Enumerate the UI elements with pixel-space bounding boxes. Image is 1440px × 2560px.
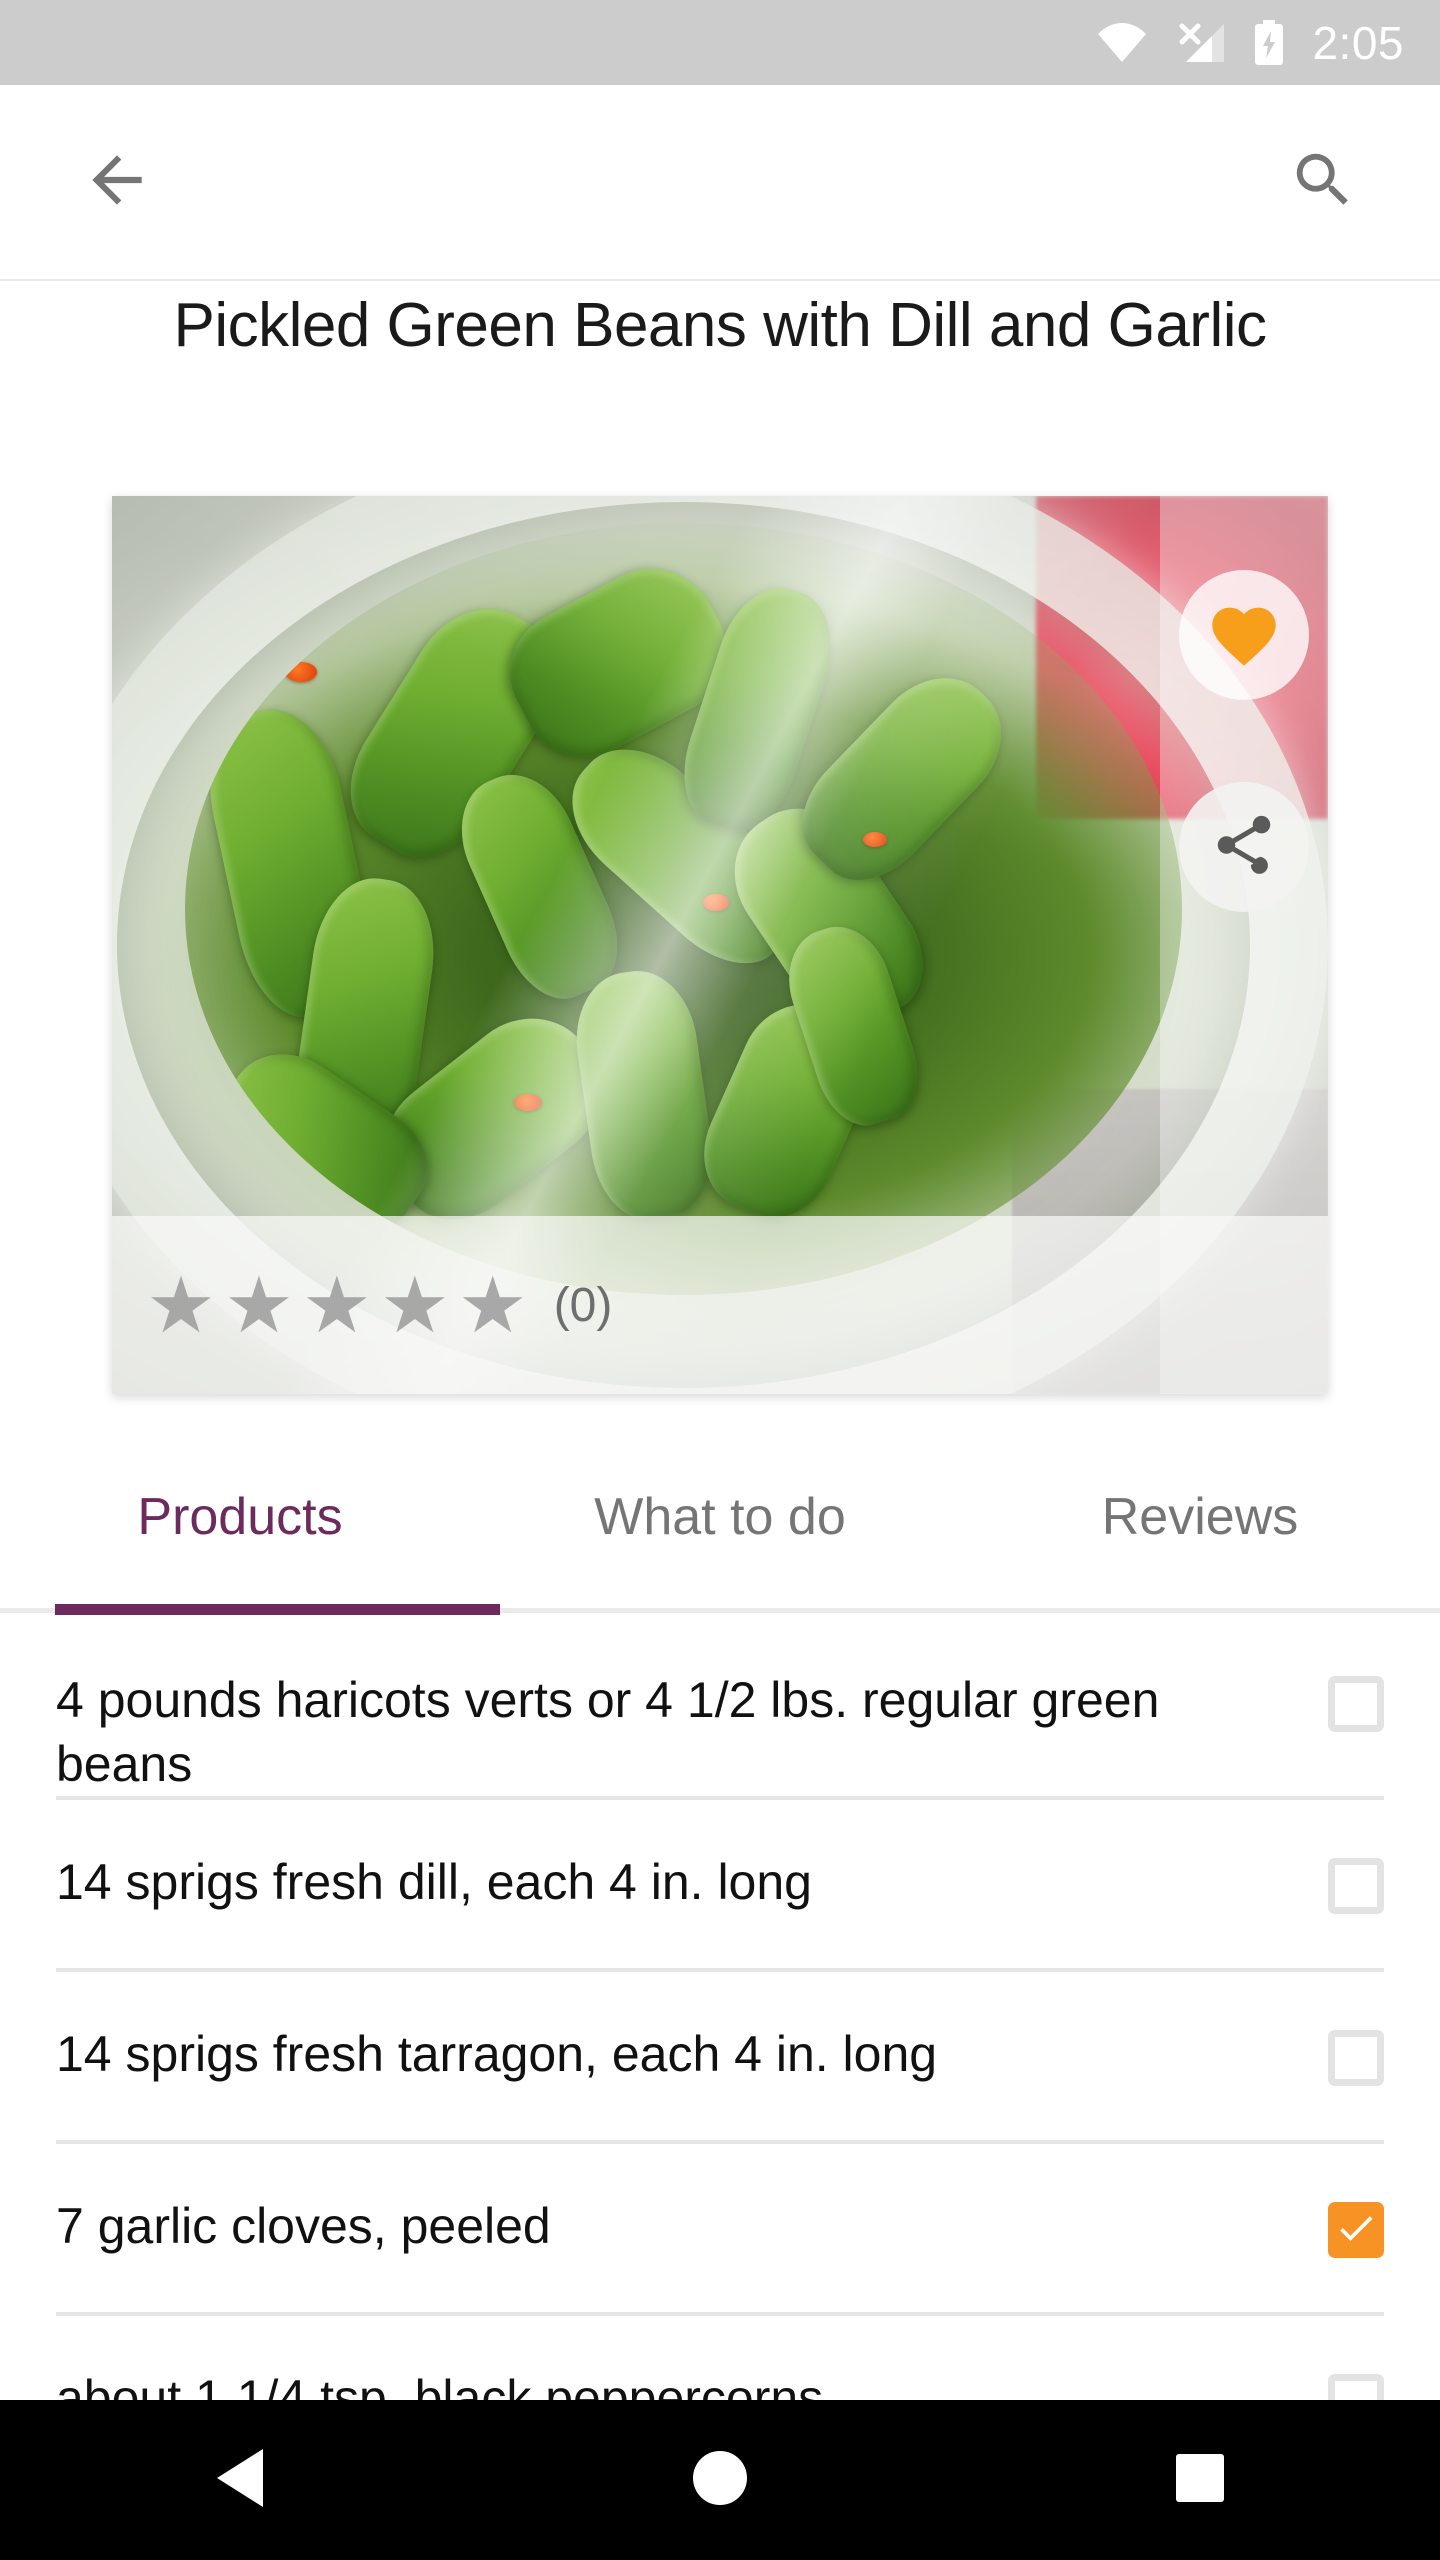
rating-star-2[interactable]: ★ — [224, 1266, 294, 1344]
android-nav-bar — [0, 2400, 1440, 2560]
ingredient-text: 4 pounds haricots verts or 4 1/2 lbs. re… — [56, 1672, 1160, 1792]
nav-home-button[interactable] — [630, 2400, 810, 2560]
recipe-hero-image[interactable]: ★ ★ ★ ★ ★ (0) — [112, 496, 1328, 1394]
share-icon — [1209, 810, 1279, 885]
back-button[interactable] — [62, 127, 172, 237]
ingredient-checkbox[interactable] — [1328, 1858, 1384, 1914]
tab-reviews-label: Reviews — [1101, 1488, 1299, 1546]
list-item[interactable]: 4 pounds haricots verts or 4 1/2 lbs. re… — [0, 1618, 1440, 1796]
tab-products-label: Products — [137, 1488, 343, 1546]
recipe-title: Pickled Green Beans with Dill and Garlic — [173, 291, 1267, 360]
rating-star-1[interactable]: ★ — [146, 1266, 216, 1344]
battery-charging-icon — [1252, 19, 1286, 66]
back-arrow-icon — [80, 143, 154, 222]
tab-what-to-do-label: What to do — [594, 1488, 846, 1546]
check-icon — [1334, 2206, 1378, 2255]
tab-reviews[interactable]: Reviews — [960, 1440, 1440, 1620]
ingredient-checkbox[interactable] — [1328, 2202, 1384, 2258]
app-screen: 2:05 Pickled Green Beans with Dill and G… — [0, 0, 1440, 2560]
status-bar-clock: 2:05 — [1312, 16, 1404, 69]
share-button[interactable] — [1179, 782, 1309, 912]
rating-star-3[interactable]: ★ — [302, 1266, 372, 1344]
back-triangle-icon — [213, 2447, 267, 2514]
favorite-button[interactable] — [1179, 570, 1309, 700]
rating-star-5[interactable]: ★ — [458, 1266, 528, 1344]
app-toolbar — [0, 85, 1440, 281]
rating-star-4[interactable]: ★ — [380, 1266, 450, 1344]
tab-products[interactable]: Products — [0, 1440, 480, 1620]
tab-what-to-do[interactable]: What to do — [480, 1440, 960, 1620]
search-icon — [1288, 145, 1358, 220]
list-item[interactable]: 14 sprigs fresh tarragon, each 4 in. lon… — [0, 1972, 1440, 2140]
heart-icon — [1206, 598, 1282, 673]
wifi-icon — [1096, 22, 1148, 64]
recents-square-icon — [1174, 2452, 1226, 2509]
nav-recents-button[interactable] — [1110, 2400, 1290, 2560]
search-button[interactable] — [1268, 127, 1378, 237]
ingredient-text: 14 sprigs fresh tarragon, each 4 in. lon… — [56, 2026, 938, 2082]
home-circle-icon — [691, 2449, 749, 2512]
ingredient-checkbox[interactable] — [1328, 2030, 1384, 2086]
rating-count: (0) — [553, 1278, 613, 1332]
tab-bar: Products What to do Reviews — [0, 1440, 1440, 1620]
ingredient-checkbox[interactable] — [1328, 1676, 1384, 1732]
rating-bar[interactable]: ★ ★ ★ ★ ★ (0) — [112, 1216, 1328, 1394]
status-bar: 2:05 — [0, 0, 1440, 85]
nav-back-button[interactable] — [150, 2400, 330, 2560]
list-item[interactable]: 7 garlic cloves, peeled — [0, 2144, 1440, 2312]
ingredient-text: 7 garlic cloves, peeled — [56, 2198, 551, 2254]
list-item[interactable]: 14 sprigs fresh dill, each 4 in. long — [0, 1800, 1440, 1968]
tab-active-indicator — [55, 1604, 500, 1615]
cellular-no-signal-icon — [1174, 22, 1226, 64]
ingredient-list: 4 pounds haricots verts or 4 1/2 lbs. re… — [0, 1618, 1440, 2484]
ingredient-text: 14 sprigs fresh dill, each 4 in. long — [56, 1854, 812, 1910]
